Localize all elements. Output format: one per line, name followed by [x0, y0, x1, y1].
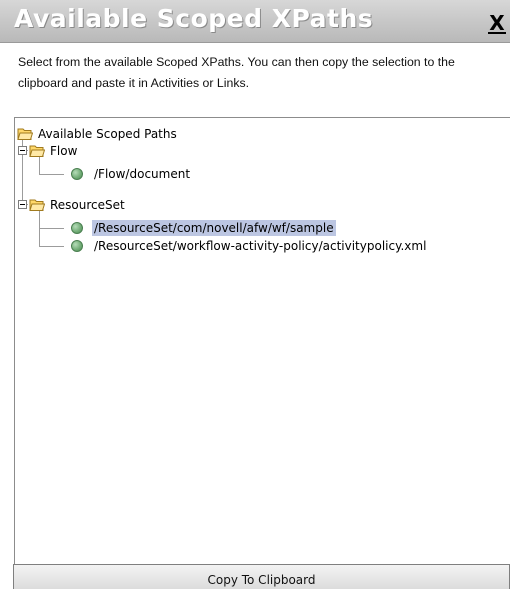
instructions-text: Select from the available Scoped XPaths.… — [18, 55, 455, 90]
tree-leaf-label: /Flow/document — [94, 167, 191, 181]
tree-leaf-resourceset-activitypolicy[interactable]: /ResourceSet/workflow-activity-policy/ac… — [71, 237, 428, 255]
scoped-paths-tree[interactable]: Available Scoped Paths Flow /Flow/docume… — [14, 117, 510, 566]
folder-open-icon — [29, 145, 45, 157]
folder-open-icon — [29, 199, 45, 211]
tree-root-label: Available Scoped Paths — [38, 127, 177, 141]
dialog-title: Available Scoped XPaths — [14, 4, 374, 33]
leaf-node-icon — [71, 222, 83, 234]
close-icon[interactable]: X — [488, 13, 506, 34]
dialog-footer: Copy To Clipboard — [13, 564, 510, 589]
leaf-node-icon — [71, 168, 83, 180]
tree-connector-line — [39, 228, 64, 229]
tree-leaf-label: /ResourceSet/workflow-activity-policy/ac… — [94, 239, 427, 253]
tree-node-label: Flow — [50, 144, 78, 158]
collapse-toggle-resourceset[interactable] — [18, 200, 27, 209]
leaf-node-icon — [71, 240, 83, 252]
copy-to-clipboard-button[interactable]: Copy To Clipboard — [14, 565, 509, 589]
tree-node-flow[interactable]: Flow — [29, 142, 79, 160]
collapse-toggle-flow[interactable] — [18, 146, 27, 155]
folder-open-icon — [17, 128, 33, 140]
tree-leaf-flow-document[interactable]: /Flow/document — [71, 165, 192, 183]
tree-leaf-resourceset-sample[interactable]: /ResourceSet/com/novell/afw/wf/sample — [71, 219, 336, 237]
tree-connector-line — [39, 174, 64, 175]
dialog-title-bar: Available Scoped XPaths X — [0, 0, 510, 43]
tree-node-label: ResourceSet — [50, 198, 125, 212]
tree-leaf-label-selected: /ResourceSet/com/novell/afw/wf/sample — [92, 220, 336, 236]
tree-node-resourceset[interactable]: ResourceSet — [29, 196, 127, 214]
tree-connector-line — [39, 246, 64, 247]
tree-root-node[interactable]: Available Scoped Paths — [17, 125, 179, 143]
